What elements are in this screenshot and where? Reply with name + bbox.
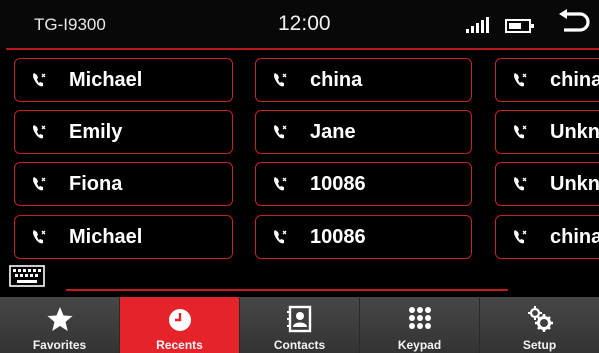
recent-call-item[interactable]: Michael — [14, 215, 233, 259]
recent-call-item[interactable]: china — [255, 58, 472, 102]
bottom-tab-bar: Favorites Recents Contacts Keypad Setup — [0, 297, 599, 353]
header-divider — [6, 48, 599, 50]
keyboard-icon[interactable] — [9, 265, 45, 287]
recent-call-item[interactable]: Unkno — [495, 110, 599, 154]
status-bar: TG-I9300 12:00 — [0, 0, 599, 48]
phone-icon — [33, 230, 46, 244]
recent-call-item[interactable]: 10086 — [255, 215, 472, 259]
recent-call-item[interactable]: china r — [495, 58, 599, 102]
phone-icon — [274, 125, 287, 139]
phone-icon — [274, 177, 287, 191]
star-icon — [47, 307, 72, 331]
tab-favorites[interactable]: Favorites — [0, 297, 120, 353]
recent-call-name: china r — [550, 68, 599, 91]
phone-icon — [274, 230, 287, 244]
recent-call-name: 10086 — [310, 172, 366, 195]
battery-icon — [505, 19, 534, 33]
phone-icon — [514, 125, 527, 139]
phone-icon — [514, 177, 527, 191]
recent-call-item[interactable]: Unkno — [495, 162, 599, 206]
tab-setup[interactable]: Setup — [480, 297, 599, 353]
device-name: TG-I9300 — [34, 15, 106, 34]
recent-call-name: Unkno — [550, 120, 599, 143]
phone-icon — [274, 73, 287, 87]
tab-label: Recents — [156, 338, 203, 352]
recent-call-item[interactable]: china r — [495, 215, 599, 259]
phone-icon — [33, 177, 46, 191]
recent-call-name: 10086 — [310, 225, 366, 248]
recent-call-item[interactable]: Michael — [14, 58, 233, 102]
phone-icon — [33, 73, 46, 87]
phone-icon — [514, 230, 527, 244]
recent-call-name: Michael — [69, 225, 143, 248]
keypad-icon — [408, 307, 431, 329]
phone-icon — [33, 125, 46, 139]
recent-call-name: china — [310, 68, 363, 91]
recent-call-name: china r — [550, 225, 599, 248]
recent-call-name: Fiona — [69, 172, 123, 195]
recent-call-item[interactable]: 10086 — [255, 162, 472, 206]
recent-call-name: Emily — [69, 120, 123, 143]
tab-label: Keypad — [397, 338, 442, 352]
contacts-book-icon — [286, 305, 311, 333]
clock-time: 12:00 — [278, 12, 331, 35]
tab-contacts[interactable]: Contacts — [240, 297, 360, 353]
tab-keypad[interactable]: Keypad — [360, 297, 480, 353]
recent-call-name: Michael — [69, 68, 143, 91]
signal-icon — [466, 17, 489, 33]
gears-icon — [527, 306, 553, 332]
recents-grid: Michael china china r Emily Jane Unkno F… — [0, 58, 599, 268]
phone-icon — [514, 73, 527, 87]
recent-call-item[interactable]: Fiona — [14, 162, 233, 206]
tab-label: Favorites — [32, 338, 87, 352]
back-icon[interactable] — [556, 8, 590, 38]
search-input-line[interactable] — [66, 289, 508, 291]
recent-call-item[interactable]: Jane — [255, 110, 472, 154]
tab-recents[interactable]: Recents — [120, 297, 240, 353]
recent-call-name: Unkno — [550, 172, 599, 195]
clock-icon — [168, 309, 191, 331]
recent-call-name: Jane — [310, 120, 356, 143]
tab-label: Setup — [522, 338, 557, 352]
tab-label: Contacts — [273, 338, 326, 352]
recent-call-item[interactable]: Emily — [14, 110, 233, 154]
